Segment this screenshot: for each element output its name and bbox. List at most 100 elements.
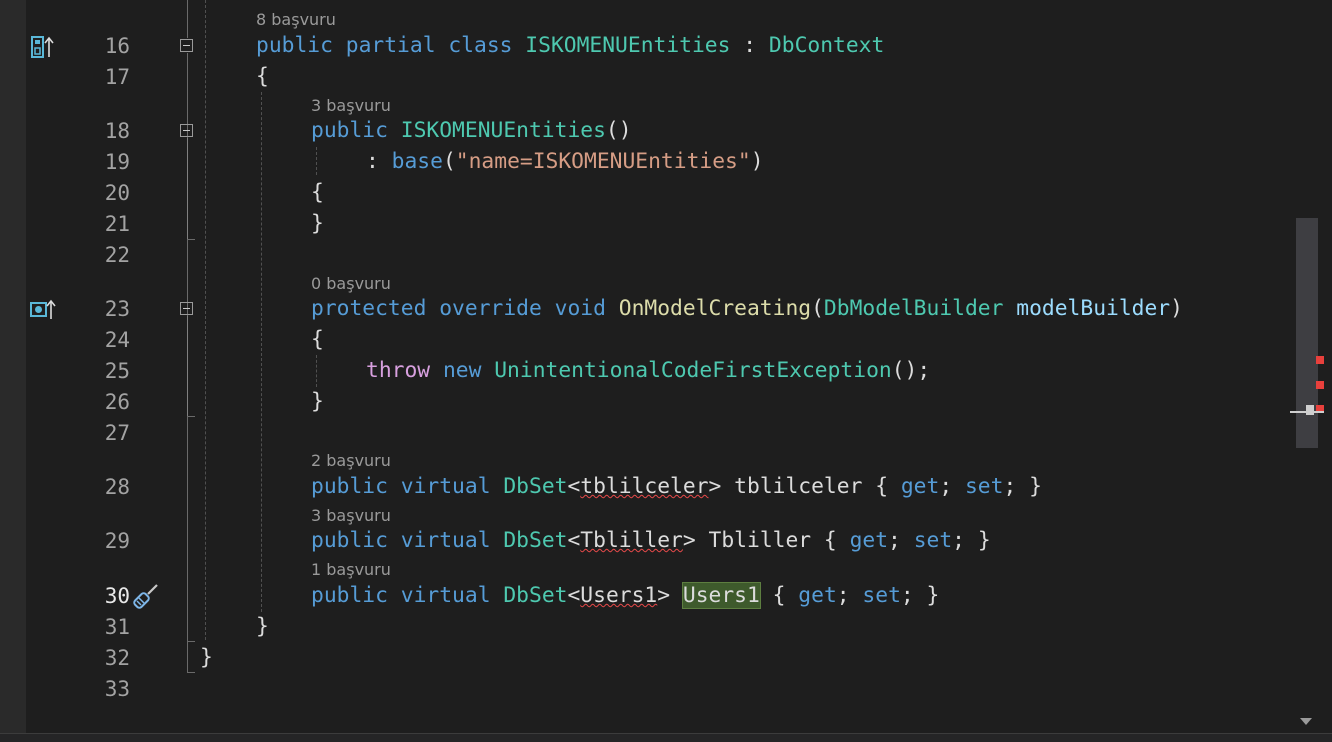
references-codelens[interactable]: 3 başvuru [311,506,391,526]
punctuation: : [366,149,392,174]
keyword: virtual [400,528,491,553]
punctuation: ; [888,528,914,553]
keyword: base [391,149,443,174]
method-name: OnModelCreating [618,296,812,321]
references-codelens[interactable]: 1 başvuru [311,560,391,580]
brace: { [256,64,269,89]
code-line[interactable]: public partial class ISKOMENUEntities : … [256,30,884,61]
keyword: override [439,296,542,321]
punctuation: < [567,474,581,499]
constructor-name: ISKOMENUEntities [400,118,606,143]
punctuation: > [708,474,722,499]
code-line[interactable]: { [311,324,324,355]
keyword: set [913,528,953,553]
collapse-class-button[interactable] [180,39,193,52]
punctuation: ; } [900,583,940,608]
indent-guide [261,92,262,612]
outline-end [187,672,195,673]
type-name: DbSet [503,583,568,608]
indent-guide [205,0,206,640]
punctuation: ) [1170,296,1183,321]
collapse-constructor-button[interactable] [180,124,193,137]
base-type: DbContext [768,33,885,58]
references-codelens[interactable]: 0 başvuru [311,274,391,294]
code-line[interactable]: public virtual DbSet<Users1> Users1 { ge… [311,580,939,611]
keyword: set [862,583,901,608]
line-number: 24 [104,328,130,352]
line-number: 28 [104,475,130,499]
code-line[interactable]: } [311,386,324,417]
code-line[interactable]: public ISKOMENUEntities() [311,115,632,146]
keyword: class [448,33,513,58]
override-up-icon[interactable] [30,297,56,323]
class-name: ISKOMENUEntities [525,33,731,58]
code-line[interactable]: } [311,208,324,239]
caret-position-marker [1306,405,1314,415]
line-number: 18 [104,119,130,143]
keyword: get [798,583,837,608]
editor-left-margin [0,0,26,741]
keyword: get [900,474,940,499]
code-line[interactable]: } [200,642,213,673]
property-name: tblilceler [734,474,863,499]
line-number: 31 [104,615,130,639]
outline-end [187,641,195,642]
keyword: public [311,474,388,499]
code-line[interactable]: public virtual DbSet<tblilceler> tblilce… [311,471,1042,502]
indent-guide [316,147,317,175]
line-number: 25 [104,359,130,383]
outline-line [187,316,188,416]
line-number: 27 [104,421,130,445]
outline-end [187,239,195,240]
references-codelens[interactable]: 2 başvuru [311,451,391,471]
line-number: 22 [104,243,130,267]
brace: { [311,327,324,352]
brace: } [256,614,269,639]
brace: } [200,645,213,670]
line-number: 19 [104,150,130,174]
implementation-up-icon[interactable] [30,34,56,60]
exception-type: UnintentionalCodeFirstException [494,358,892,383]
code-line[interactable]: public virtual DbSet<Tbliller> Tbliller … [311,525,991,556]
error-marker[interactable] [1316,356,1324,364]
outline-line [187,138,188,239]
keyword: protected [311,296,427,321]
indent-guide [316,355,317,387]
line-number: 21 [104,212,130,236]
punctuation: < [567,528,581,553]
error-marker[interactable] [1316,381,1324,389]
keyword: void [554,296,606,321]
code-line[interactable]: protected override void OnModelCreating(… [311,293,1183,324]
outline-line [187,0,188,38]
punctuation: ; [836,583,863,608]
error-type-name: Users1 [580,583,658,608]
punctuation: { [811,528,850,553]
current-line-number: 30 [104,584,130,608]
code-line[interactable]: { [256,61,269,92]
keyword: get [849,528,889,553]
outline-end [187,416,195,417]
screwdriver-quick-action-icon[interactable] [130,582,162,612]
keyword: virtual [400,583,491,608]
parameter-type: DbModelBuilder [823,296,1004,321]
collapse-method-button[interactable] [180,302,193,315]
scroll-down-arrow-icon[interactable] [1300,718,1312,725]
code-line[interactable]: : base("name=ISKOMENUEntities") [366,146,764,177]
highlighted-property-name[interactable]: Users1 [681,582,761,609]
references-codelens[interactable]: 8 başvuru [256,10,336,30]
code-line[interactable]: { [311,177,324,208]
line-number: 23 [104,297,130,321]
keyword: public [311,528,388,553]
brace: } [311,211,324,236]
parameter-name: modelBuilder [1016,296,1171,321]
keyword: set [964,474,1004,499]
line-number: 17 [104,65,130,89]
punctuation: { [759,583,799,608]
code-line[interactable]: } [256,611,269,642]
punctuation: ( [811,296,824,321]
punctuation: > [657,583,671,608]
code-line[interactable]: throw new UnintentionalCodeFirstExceptio… [366,355,930,386]
line-number: 33 [104,677,130,701]
references-codelens[interactable]: 3 başvuru [311,96,391,116]
brace: } [311,389,324,414]
